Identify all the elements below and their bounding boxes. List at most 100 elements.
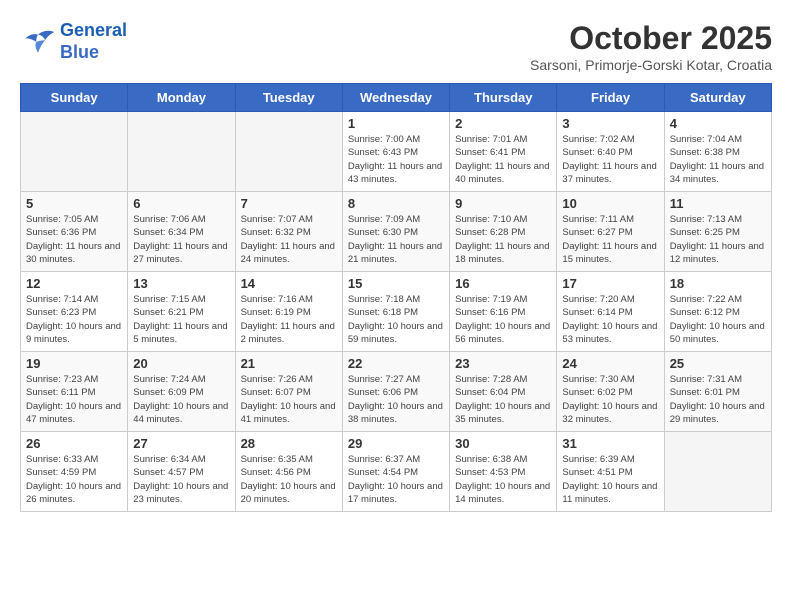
day-number: 14 bbox=[241, 276, 337, 291]
calendar-header-row: SundayMondayTuesdayWednesdayThursdayFrid… bbox=[21, 84, 772, 112]
day-number: 19 bbox=[26, 356, 122, 371]
calendar-cell: 26Sunrise: 6:33 AMSunset: 4:59 PMDayligh… bbox=[21, 432, 128, 512]
day-info: Sunrise: 6:37 AMSunset: 4:54 PMDaylight:… bbox=[348, 453, 444, 506]
calendar-cell: 4 Sunrise: 7:04 AMSunset: 6:38 PMDaylight… bbox=[664, 112, 771, 192]
day-info: Sunrise: 7:20 AMSunset: 6:14 PMDaylight:… bbox=[562, 293, 658, 346]
day-number: 7 bbox=[241, 196, 337, 211]
day-number: 5 bbox=[26, 196, 122, 211]
day-info: Sunrise: 7:09 AMSunset: 6:30 PMDaylight:… bbox=[348, 213, 444, 266]
title-block: October 2025 Sarsoni, Primorje-Gorski Ko… bbox=[530, 20, 772, 73]
day-number: 15 bbox=[348, 276, 444, 291]
weekday-header: Saturday bbox=[664, 84, 771, 112]
day-info: Sunrise: 7:11 AMSunset: 6:27 PMDaylight:… bbox=[562, 213, 658, 266]
calendar-cell: 1 Sunrise: 7:00 AMSunset: 6:43 PMDaylight… bbox=[342, 112, 449, 192]
calendar-subtitle: Sarsoni, Primorje-Gorski Kotar, Croatia bbox=[530, 57, 772, 73]
day-number: 2 bbox=[455, 116, 551, 131]
calendar-cell: 18Sunrise: 7:22 AMSunset: 6:12 PMDayligh… bbox=[664, 272, 771, 352]
calendar-body: 1 Sunrise: 7:00 AMSunset: 6:43 PMDaylight… bbox=[21, 112, 772, 512]
calendar-cell: 20Sunrise: 7:24 AMSunset: 6:09 PMDayligh… bbox=[128, 352, 235, 432]
weekday-header: Monday bbox=[128, 84, 235, 112]
day-info: Sunrise: 7:27 AMSunset: 6:06 PMDaylight:… bbox=[348, 373, 444, 426]
calendar-cell bbox=[128, 112, 235, 192]
calendar-week-row: 12 Sunrise: 7:14 AMSunset: 6:23 PMDayligh… bbox=[21, 272, 772, 352]
calendar-cell: 15 Sunrise: 7:18 AMSunset: 6:18 PMDayligh… bbox=[342, 272, 449, 352]
weekday-header: Friday bbox=[557, 84, 664, 112]
day-info: Sunrise: 7:06 AMSunset: 6:34 PMDaylight:… bbox=[133, 213, 229, 266]
calendar-cell: 2 Sunrise: 7:01 AMSunset: 6:41 PMDaylight… bbox=[450, 112, 557, 192]
calendar-cell: 8 Sunrise: 7:09 AMSunset: 6:30 PMDaylight… bbox=[342, 192, 449, 272]
calendar-cell: 5 Sunrise: 7:05 AMSunset: 6:36 PMDaylight… bbox=[21, 192, 128, 272]
calendar-cell: 3 Sunrise: 7:02 AMSunset: 6:40 PMDaylight… bbox=[557, 112, 664, 192]
day-info: Sunrise: 7:19 AMSunset: 6:16 PMDaylight:… bbox=[455, 293, 551, 346]
calendar-cell: 28 Sunrise: 6:35 AMSunset: 4:56 PMDayligh… bbox=[235, 432, 342, 512]
calendar-cell: 22Sunrise: 7:27 AMSunset: 6:06 PMDayligh… bbox=[342, 352, 449, 432]
calendar-cell: 16Sunrise: 7:19 AMSunset: 6:16 PMDayligh… bbox=[450, 272, 557, 352]
day-number: 12 bbox=[26, 276, 122, 291]
day-info: Sunrise: 7:01 AMSunset: 6:41 PMDaylight:… bbox=[455, 133, 551, 186]
day-number: 27 bbox=[133, 436, 229, 451]
calendar-cell bbox=[235, 112, 342, 192]
calendar-cell: 23Sunrise: 7:28 AMSunset: 6:04 PMDayligh… bbox=[450, 352, 557, 432]
day-info: Sunrise: 7:31 AMSunset: 6:01 PMDaylight:… bbox=[670, 373, 766, 426]
day-number: 11 bbox=[670, 196, 766, 211]
day-number: 28 bbox=[241, 436, 337, 451]
day-info: Sunrise: 6:35 AMSunset: 4:56 PMDaylight:… bbox=[241, 453, 337, 506]
day-info: Sunrise: 7:16 AMSunset: 6:19 PMDaylight:… bbox=[241, 293, 337, 346]
day-number: 21 bbox=[241, 356, 337, 371]
day-info: Sunrise: 7:18 AMSunset: 6:18 PMDaylight:… bbox=[348, 293, 444, 346]
weekday-header: Sunday bbox=[21, 84, 128, 112]
calendar-cell: 14 Sunrise: 7:16 AMSunset: 6:19 PMDayligh… bbox=[235, 272, 342, 352]
calendar-cell: 17 Sunrise: 7:20 AMSunset: 6:14 PMDayligh… bbox=[557, 272, 664, 352]
day-info: Sunrise: 7:00 AMSunset: 6:43 PMDaylight:… bbox=[348, 133, 444, 186]
logo-icon bbox=[20, 27, 56, 57]
calendar-cell: 13 Sunrise: 7:15 AMSunset: 6:21 PMDayligh… bbox=[128, 272, 235, 352]
day-info: Sunrise: 7:28 AMSunset: 6:04 PMDaylight:… bbox=[455, 373, 551, 426]
calendar-cell: 30 Sunrise: 6:38 AMSunset: 4:53 PMDayligh… bbox=[450, 432, 557, 512]
day-info: Sunrise: 6:38 AMSunset: 4:53 PMDaylight:… bbox=[455, 453, 551, 506]
day-number: 26 bbox=[26, 436, 122, 451]
calendar-cell: 31 Sunrise: 6:39 AMSunset: 4:51 PMDayligh… bbox=[557, 432, 664, 512]
weekday-header: Wednesday bbox=[342, 84, 449, 112]
calendar-table: SundayMondayTuesdayWednesdayThursdayFrid… bbox=[20, 83, 772, 512]
day-info: Sunrise: 7:07 AMSunset: 6:32 PMDaylight:… bbox=[241, 213, 337, 266]
day-info: Sunrise: 6:34 AMSunset: 4:57 PMDaylight:… bbox=[133, 453, 229, 506]
day-number: 4 bbox=[670, 116, 766, 131]
calendar-cell: 11 Sunrise: 7:13 AMSunset: 6:25 PMDayligh… bbox=[664, 192, 771, 272]
day-number: 8 bbox=[348, 196, 444, 211]
day-number: 6 bbox=[133, 196, 229, 211]
calendar-cell: 27 Sunrise: 6:34 AMSunset: 4:57 PMDayligh… bbox=[128, 432, 235, 512]
day-info: Sunrise: 7:04 AMSunset: 6:38 PMDaylight:… bbox=[670, 133, 766, 186]
day-info: Sunrise: 7:05 AMSunset: 6:36 PMDaylight:… bbox=[26, 213, 122, 266]
day-info: Sunrise: 7:30 AMSunset: 6:02 PMDaylight:… bbox=[562, 373, 658, 426]
day-number: 3 bbox=[562, 116, 658, 131]
calendar-cell: 9Sunrise: 7:10 AMSunset: 6:28 PMDaylight… bbox=[450, 192, 557, 272]
calendar-cell bbox=[664, 432, 771, 512]
day-number: 9 bbox=[455, 196, 551, 211]
calendar-week-row: 5 Sunrise: 7:05 AMSunset: 6:36 PMDaylight… bbox=[21, 192, 772, 272]
day-info: Sunrise: 6:39 AMSunset: 4:51 PMDaylight:… bbox=[562, 453, 658, 506]
day-number: 17 bbox=[562, 276, 658, 291]
calendar-cell: 7 Sunrise: 7:07 AMSunset: 6:32 PMDaylight… bbox=[235, 192, 342, 272]
day-info: Sunrise: 7:26 AMSunset: 6:07 PMDaylight:… bbox=[241, 373, 337, 426]
page-header: General Blue October 2025 Sarsoni, Primo… bbox=[20, 20, 772, 73]
day-number: 10 bbox=[562, 196, 658, 211]
day-number: 31 bbox=[562, 436, 658, 451]
calendar-cell: 19Sunrise: 7:23 AMSunset: 6:11 PMDayligh… bbox=[21, 352, 128, 432]
day-number: 24 bbox=[562, 356, 658, 371]
day-info: Sunrise: 7:13 AMSunset: 6:25 PMDaylight:… bbox=[670, 213, 766, 266]
day-number: 25 bbox=[670, 356, 766, 371]
day-info: Sunrise: 7:15 AMSunset: 6:21 PMDaylight:… bbox=[133, 293, 229, 346]
day-number: 30 bbox=[455, 436, 551, 451]
logo-text: General Blue bbox=[60, 20, 127, 63]
day-info: Sunrise: 7:24 AMSunset: 6:09 PMDaylight:… bbox=[133, 373, 229, 426]
day-info: Sunrise: 7:14 AMSunset: 6:23 PMDaylight:… bbox=[26, 293, 122, 346]
day-number: 1 bbox=[348, 116, 444, 131]
day-info: Sunrise: 7:02 AMSunset: 6:40 PMDaylight:… bbox=[562, 133, 658, 186]
calendar-cell bbox=[21, 112, 128, 192]
calendar-cell: 21 Sunrise: 7:26 AMSunset: 6:07 PMDayligh… bbox=[235, 352, 342, 432]
calendar-cell: 29Sunrise: 6:37 AMSunset: 4:54 PMDayligh… bbox=[342, 432, 449, 512]
calendar-title: October 2025 bbox=[530, 20, 772, 57]
day-number: 13 bbox=[133, 276, 229, 291]
calendar-week-row: 19Sunrise: 7:23 AMSunset: 6:11 PMDayligh… bbox=[21, 352, 772, 432]
weekday-header: Tuesday bbox=[235, 84, 342, 112]
